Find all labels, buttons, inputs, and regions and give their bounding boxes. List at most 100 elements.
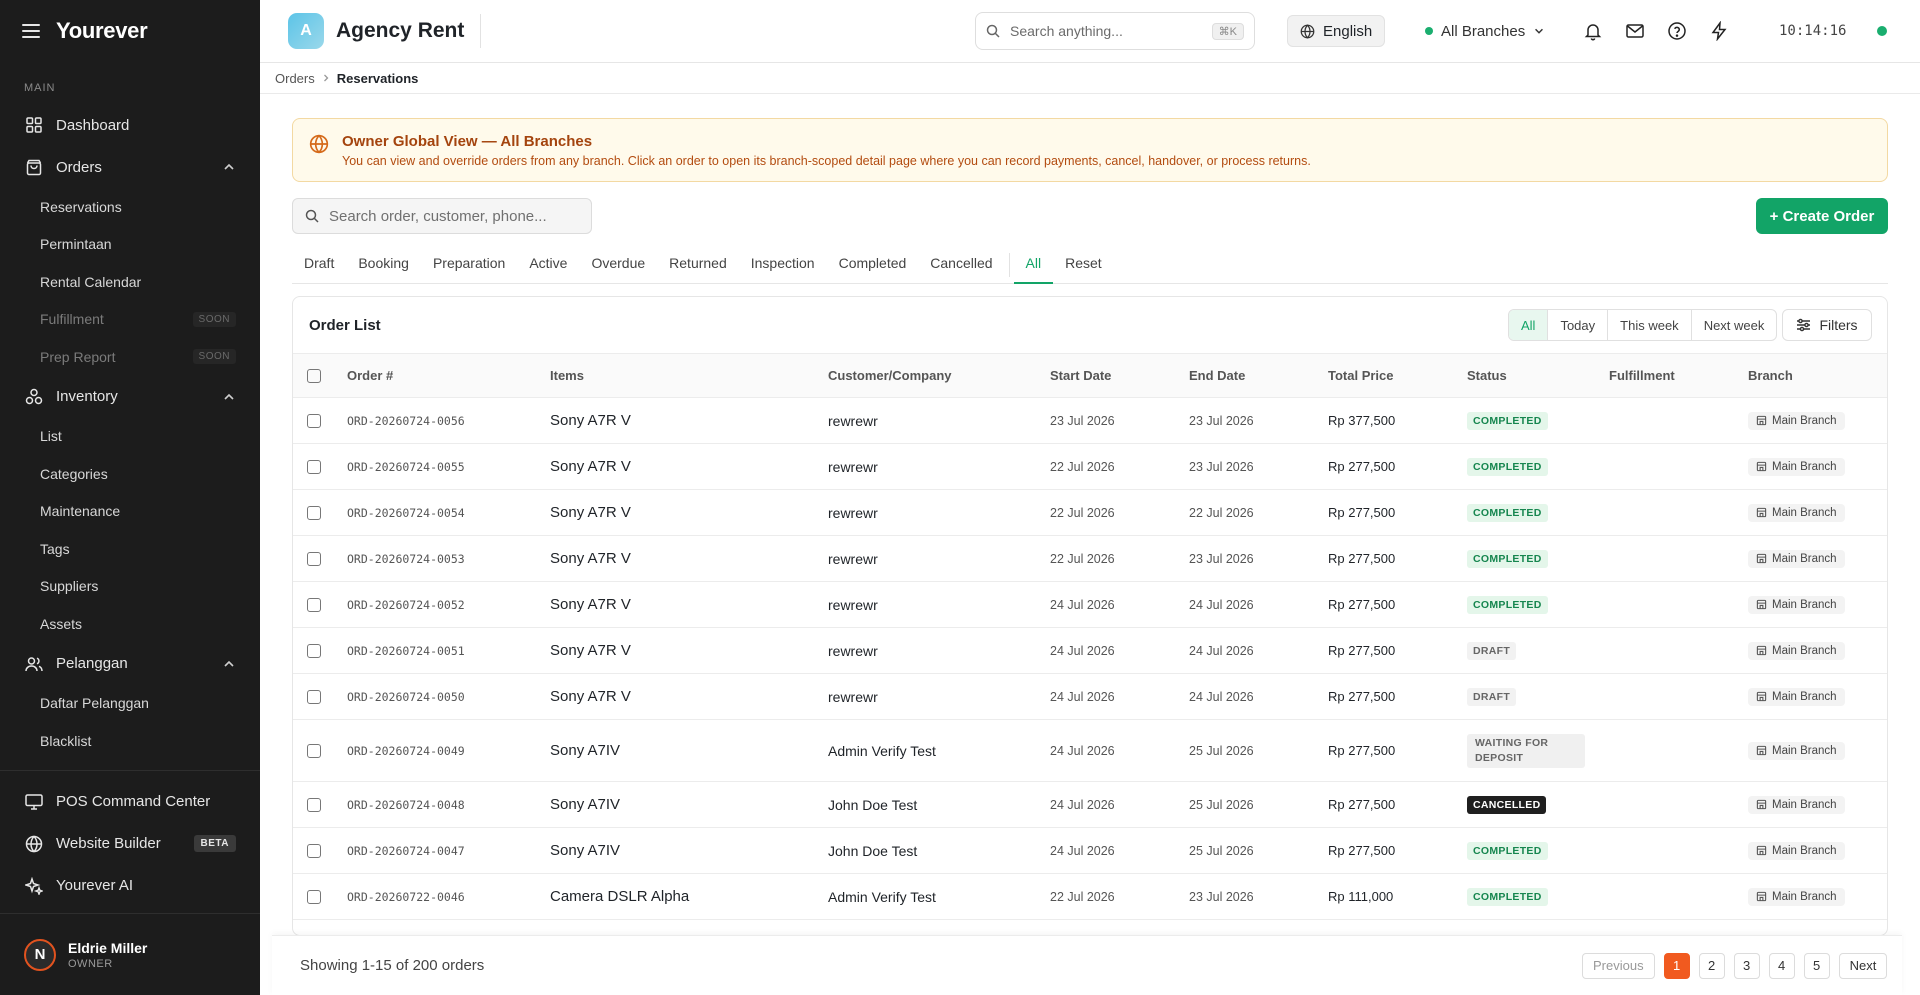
row-checkbox[interactable]: [307, 598, 321, 613]
page-button[interactable]: 4: [1768, 952, 1795, 979]
lightning-icon[interactable]: [1709, 21, 1729, 41]
order-number[interactable]: ORD-20260724-0054: [347, 506, 465, 520]
filters-label: Filters: [1819, 317, 1858, 333]
sidebar-subitem-fulfillment[interactable]: Fulfillment SOON: [0, 301, 260, 339]
table-row[interactable]: ORD-20260724-0050 Sony A7R V rewrewr 24 Jul…: [293, 674, 1887, 720]
order-number[interactable]: ORD-20260724-0048: [347, 798, 465, 812]
tab-overdue[interactable]: Overdue: [579, 250, 657, 284]
order-number[interactable]: ORD-20260724-0047: [347, 844, 465, 858]
user-profile[interactable]: N Eldrie Miller OWNER: [0, 913, 260, 995]
sidebar-subitem-assets[interactable]: Assets: [0, 605, 260, 643]
table-row[interactable]: ORD-20260724-0054 Sony A7R V rewrewr 22 Jul…: [293, 490, 1887, 536]
sidebar-subitem-prep-report[interactable]: Prep Report SOON: [0, 338, 260, 376]
tab-booking[interactable]: Booking: [346, 250, 421, 284]
order-number[interactable]: ORD-20260722-0046: [347, 890, 465, 904]
online-indicator: [1877, 26, 1887, 36]
order-number[interactable]: ORD-20260724-0051: [347, 644, 465, 658]
sidebar-subitem-list[interactable]: List: [0, 418, 260, 456]
filters-button[interactable]: Filters: [1782, 309, 1872, 341]
next-page-button[interactable]: Next: [1838, 952, 1888, 979]
tab-preparation[interactable]: Preparation: [421, 250, 517, 284]
breadcrumb-orders[interactable]: Orders: [275, 71, 315, 86]
table-row[interactable]: ORD-20260724-0052 Sony A7R V rewrewr 24 Jul…: [293, 582, 1887, 628]
row-checkbox[interactable]: [307, 844, 321, 859]
order-number[interactable]: ORD-20260724-0053: [347, 552, 465, 566]
table-row[interactable]: ORD-20260724-0056 Sony A7R V rewrewr 23 Jul…: [293, 398, 1887, 444]
mail-icon[interactable]: [1625, 21, 1645, 41]
order-number[interactable]: ORD-20260724-0049: [347, 744, 465, 758]
sidebar-item-ai[interactable]: Yourever AI: [0, 865, 260, 907]
select-all-checkbox[interactable]: [307, 369, 321, 384]
sidebar-item-website-builder[interactable]: Website Builder BETA: [0, 823, 260, 865]
row-checkbox[interactable]: [307, 460, 321, 475]
tab-inspection[interactable]: Inspection: [739, 250, 827, 284]
row-checkbox[interactable]: [307, 644, 321, 659]
row-checkbox[interactable]: [307, 798, 321, 813]
table-row[interactable]: ORD-20260724-0051 Sony A7R V rewrewr 24 Jul…: [293, 628, 1887, 674]
order-number[interactable]: ORD-20260724-0052: [347, 598, 465, 612]
chevron-up-icon[interactable]: [222, 160, 236, 174]
tab-reset[interactable]: Reset: [1053, 250, 1114, 284]
order-search-input[interactable]: Search order, customer, phone...: [292, 198, 592, 234]
order-number[interactable]: ORD-20260724-0056: [347, 414, 465, 428]
global-search-input[interactable]: Search anything... ⌘K: [975, 12, 1255, 50]
table-row[interactable]: ORD-20260724-0055 Sony A7R V rewrewr 22 Jul…: [293, 444, 1887, 490]
total-price: Rp 277,500: [1328, 505, 1396, 520]
sidebar-item-dashboard[interactable]: Dashboard: [0, 104, 260, 146]
table-row[interactable]: ORD-20260724-0047 Sony A7IV John Doe Test 2…: [293, 828, 1887, 874]
row-checkbox[interactable]: [307, 506, 321, 521]
tab-active[interactable]: Active: [517, 250, 579, 284]
sidebar-item-orders[interactable]: Orders: [0, 146, 260, 188]
sidebar-item-pelanggan[interactable]: Pelanggan: [0, 643, 260, 685]
sidebar-subitem-rental-calendar[interactable]: Rental Calendar: [0, 263, 260, 301]
page-button[interactable]: 5: [1803, 952, 1830, 979]
table-row[interactable]: ORD-20260724-0049 Sony A7IV Admin Verify T…: [293, 720, 1887, 782]
sidebar-subitem-maintenance[interactable]: Maintenance: [0, 493, 260, 531]
order-customer: Admin Verify Test: [828, 888, 936, 905]
table-row[interactable]: ORD-20260724-0053 Sony A7R V rewrewr 22 Jul…: [293, 536, 1887, 582]
sidebar-subitem-tags[interactable]: Tags: [0, 530, 260, 568]
chevron-up-icon[interactable]: [222, 657, 236, 671]
user-role: OWNER: [68, 957, 113, 970]
range-all[interactable]: All: [1509, 310, 1549, 340]
table-row[interactable]: ORD-20260724-0048 Sony A7IV John Doe Test 2…: [293, 782, 1887, 828]
page-button[interactable]: 1: [1663, 952, 1690, 979]
row-checkbox[interactable]: [307, 890, 321, 905]
range-this-week[interactable]: This week: [1608, 310, 1692, 340]
sidebar-subitem-reservations[interactable]: Reservations: [0, 188, 260, 226]
row-checkbox[interactable]: [307, 690, 321, 705]
range-next-week[interactable]: Next week: [1692, 310, 1777, 340]
agency-name: Agency Rent: [336, 19, 465, 42]
range-today[interactable]: Today: [1548, 310, 1609, 340]
tab-all[interactable]: All: [1013, 250, 1054, 284]
page-button[interactable]: 2: [1698, 952, 1725, 979]
branch-selector[interactable]: All Branches: [1425, 23, 1545, 40]
order-number[interactable]: ORD-20260724-0050: [347, 690, 465, 704]
tab-completed[interactable]: Completed: [827, 250, 919, 284]
sidebar-item-inventory[interactable]: Inventory: [0, 376, 260, 418]
tab-draft[interactable]: Draft: [292, 250, 346, 284]
order-number[interactable]: ORD-20260724-0055: [347, 460, 465, 474]
brand-logo[interactable]: Yourever: [56, 18, 148, 44]
sidebar-subitem-categories[interactable]: Categories: [0, 455, 260, 493]
sidebar-subitem-blacklist[interactable]: Blacklist: [0, 722, 260, 760]
row-checkbox[interactable]: [307, 552, 321, 567]
previous-page-button[interactable]: Previous: [1582, 952, 1655, 979]
menu-icon[interactable]: [22, 24, 40, 38]
help-icon[interactable]: [1667, 21, 1687, 41]
tab-returned[interactable]: Returned: [657, 250, 739, 284]
page-button[interactable]: 3: [1733, 952, 1760, 979]
row-checkbox[interactable]: [307, 744, 321, 759]
language-selector[interactable]: English: [1287, 15, 1386, 47]
sidebar-subitem-suppliers[interactable]: Suppliers: [0, 568, 260, 606]
create-order-button[interactable]: + Create Order: [1756, 198, 1888, 234]
start-date: 22 Jul 2026: [1050, 552, 1115, 566]
row-checkbox[interactable]: [307, 414, 321, 429]
chevron-up-icon[interactable]: [222, 390, 236, 404]
bell-icon[interactable]: [1583, 21, 1603, 41]
sidebar-subitem-daftar-pelanggan[interactable]: Daftar Pelanggan: [0, 685, 260, 723]
sidebar-item-pos[interactable]: POS Command Center: [0, 781, 260, 823]
tab-cancelled[interactable]: Cancelled: [918, 250, 1004, 284]
sidebar-subitem-permintaan[interactable]: Permintaan: [0, 226, 260, 264]
table-row[interactable]: ORD-20260722-0046 Camera DSLR Alpha Admin …: [293, 874, 1887, 920]
